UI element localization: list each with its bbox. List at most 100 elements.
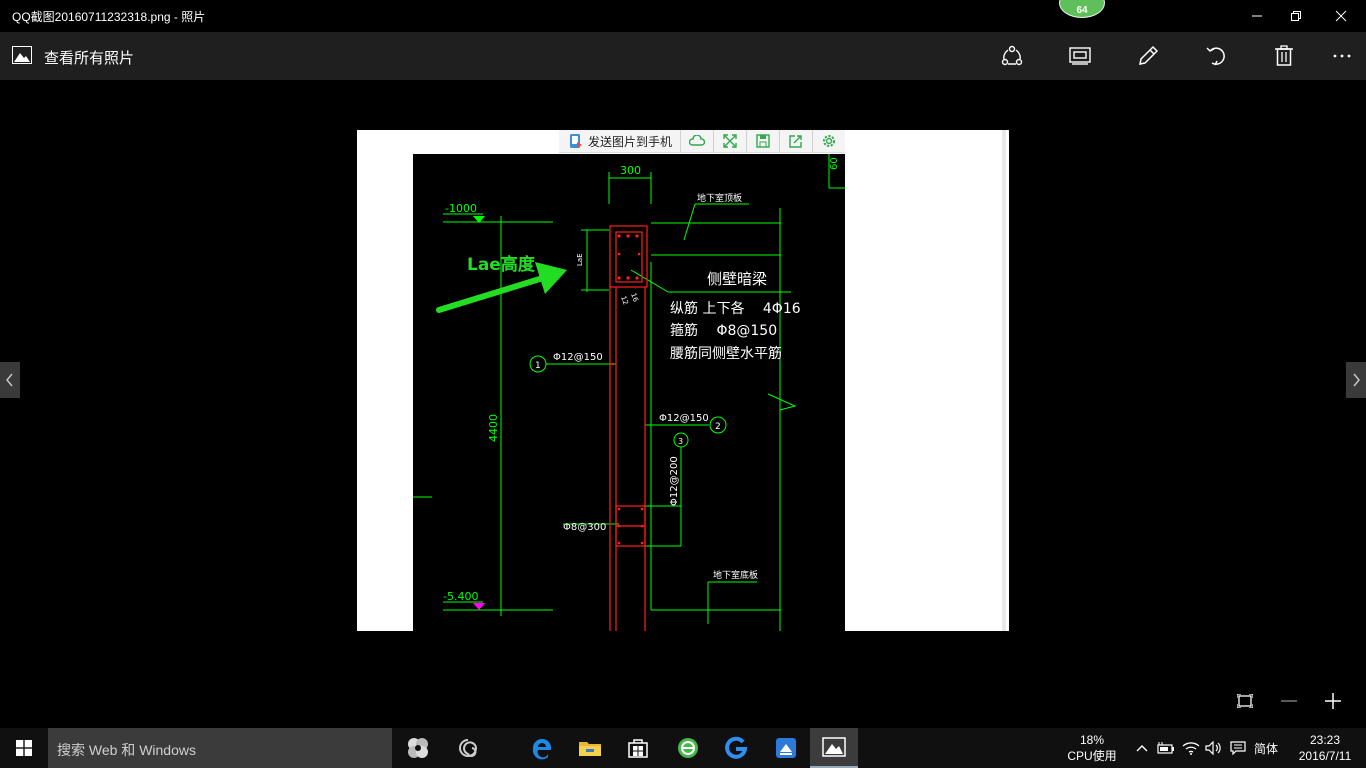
chevron-up-icon: [1136, 745, 1148, 752]
share-out-icon: [789, 135, 802, 148]
send-to-phone-toolbar: 发送图片到手机: [559, 130, 845, 153]
close-button[interactable]: [1318, 0, 1364, 32]
app-bar: 查看所有照片: [0, 32, 1366, 80]
roof-slab-label: 地下室顶板: [697, 192, 742, 204]
input-method-indicator[interactable]: 简体: [1254, 740, 1278, 757]
cpu-label: CPU使用: [1067, 749, 1117, 763]
pinwheel-app-icon: [408, 738, 428, 758]
fit-to-screen-button[interactable]: [1230, 688, 1260, 714]
all-photos-button[interactable]: [12, 46, 32, 69]
bar3-label: Φ12@200: [669, 456, 680, 506]
next-photo-button[interactable]: [1346, 362, 1366, 398]
taskbar-app-360-browser[interactable]: [664, 728, 712, 768]
search-box[interactable]: 搜索 Web 和 Windows: [48, 728, 392, 768]
delete-button[interactable]: [1260, 32, 1308, 80]
chevron-right-icon: [1353, 373, 1360, 387]
send-to-phone-button[interactable]: 发送图片到手机: [559, 130, 682, 152]
taskbar-app-file-explorer[interactable]: [566, 728, 614, 768]
gear-icon: [823, 135, 836, 147]
taskbar-app-spiral[interactable]: [444, 728, 492, 768]
previous-photo-button[interactable]: [0, 362, 20, 398]
zoom-out-button[interactable]: [1274, 688, 1304, 714]
spiral-app-icon: [459, 739, 478, 757]
beam-title: 侧壁暗梁: [707, 270, 767, 288]
photos-icon: [12, 46, 32, 64]
notification-badge[interactable]: 64: [1059, 0, 1105, 18]
photo-canvas[interactable]: 300 60 -1000 -5.400 地下室顶板 地下室底板 LaE 4400…: [357, 130, 1009, 631]
lae-annotation-text: Lae高度: [467, 254, 536, 275]
cloud-icon: [689, 135, 706, 146]
zoom-in-button[interactable]: [1318, 688, 1348, 714]
taskbar: 搜索 Web 和 Windows 18% CPU使用 简体 23:23 2016…: [0, 728, 1366, 768]
photos-app-icon: [822, 737, 846, 757]
cloud-button[interactable]: [681, 130, 715, 152]
taskbar-app-edge[interactable]: [518, 728, 566, 768]
edit-button[interactable]: [1124, 32, 1172, 80]
bar2-label: Φ12@150: [659, 413, 709, 424]
save-button[interactable]: [747, 130, 781, 152]
window-title: QQ截图20160711232318.png - 照片: [12, 10, 206, 24]
cpu-percent: 18%: [1079, 733, 1105, 747]
more-button[interactable]: [1318, 32, 1366, 80]
tie-label: Φ8@300: [563, 522, 606, 533]
store-icon: [628, 739, 648, 758]
volume-tray-button[interactable]: [1204, 728, 1224, 768]
title-bar: QQ截图20160711232318.png - 照片 64: [0, 0, 1366, 32]
fullscreen-button[interactable]: [714, 130, 748, 152]
save-icon: [756, 134, 770, 148]
minimize-icon: [1252, 15, 1262, 17]
dim-60-text: 60: [829, 157, 840, 170]
phone-send-icon: [570, 134, 582, 148]
fit-screen-icon: [1237, 694, 1253, 708]
expand-icon: [723, 134, 737, 148]
speaker-icon: [1205, 741, 1221, 755]
network-tray-button[interactable]: [1180, 728, 1202, 768]
taskbar-app-g[interactable]: [712, 728, 760, 768]
rotate-icon: [1206, 47, 1225, 66]
close-icon: [1335, 10, 1347, 22]
message-icon: [1230, 741, 1246, 755]
elevation-top-text: -1000: [445, 202, 477, 215]
minus-icon: [1281, 700, 1297, 702]
wifi-icon: [1182, 742, 1200, 755]
taskbar-app-store[interactable]: [614, 728, 662, 768]
show-hidden-icons-button[interactable]: [1134, 728, 1150, 768]
bar3-number: 3: [678, 437, 683, 446]
bar1-number: 1: [535, 361, 541, 371]
rotate-button[interactable]: [1192, 32, 1240, 80]
action-center-button[interactable]: [1228, 728, 1248, 768]
cad-drawing: 300 60 -1000 -5.400 地下室顶板 地下室底板 LaE 4400…: [413, 154, 845, 631]
cpu-usage-widget[interactable]: 18% CPU使用: [1062, 732, 1122, 764]
small-16-label: 16: [629, 292, 640, 304]
clock[interactable]: 23:23 2016/7/11: [1290, 732, 1360, 764]
folder-icon: [579, 742, 601, 756]
plus-icon: [1325, 693, 1341, 709]
taskbar-app-pinwheel[interactable]: [394, 728, 442, 768]
settings-button[interactable]: [813, 130, 845, 152]
share-out-button[interactable]: [780, 130, 814, 152]
elevation-bottom-text: -5.400: [443, 590, 478, 603]
beam-line-3: 腰筋同侧壁水平筋: [670, 345, 782, 362]
cad-drawing-svg: 300 60 -1000 -5.400 地下室顶板 地下室底板 LaE 4400…: [413, 154, 845, 631]
small-12-label: 12: [619, 295, 630, 306]
windows-logo-icon: [16, 740, 32, 756]
send-to-phone-label: 发送图片到手机: [588, 134, 673, 149]
all-photos-label[interactable]: 查看所有照片: [44, 47, 134, 68]
floor-slab-label: 地下室底板: [713, 569, 758, 581]
pencil-icon: [1139, 45, 1159, 65]
g-app-icon: [725, 736, 748, 759]
bar1-label: Φ12@150: [553, 352, 603, 363]
slideshow-button[interactable]: [1056, 32, 1104, 80]
embedded-scrollbar: [1002, 130, 1006, 631]
start-button[interactable]: [0, 728, 48, 768]
edge-browser-icon: [532, 738, 551, 760]
slideshow-icon: [1069, 47, 1091, 65]
dim-300-text: 300: [620, 164, 641, 177]
share-button[interactable]: [988, 32, 1036, 80]
clock-time: 23:23: [1309, 733, 1341, 747]
taskbar-app-blue-tool[interactable]: [762, 728, 810, 768]
restore-button[interactable]: [1273, 0, 1319, 32]
battery-tray-button[interactable]: [1156, 728, 1176, 768]
clock-date: 2016/7/11: [1298, 749, 1352, 763]
taskbar-app-photos[interactable]: [810, 728, 858, 768]
